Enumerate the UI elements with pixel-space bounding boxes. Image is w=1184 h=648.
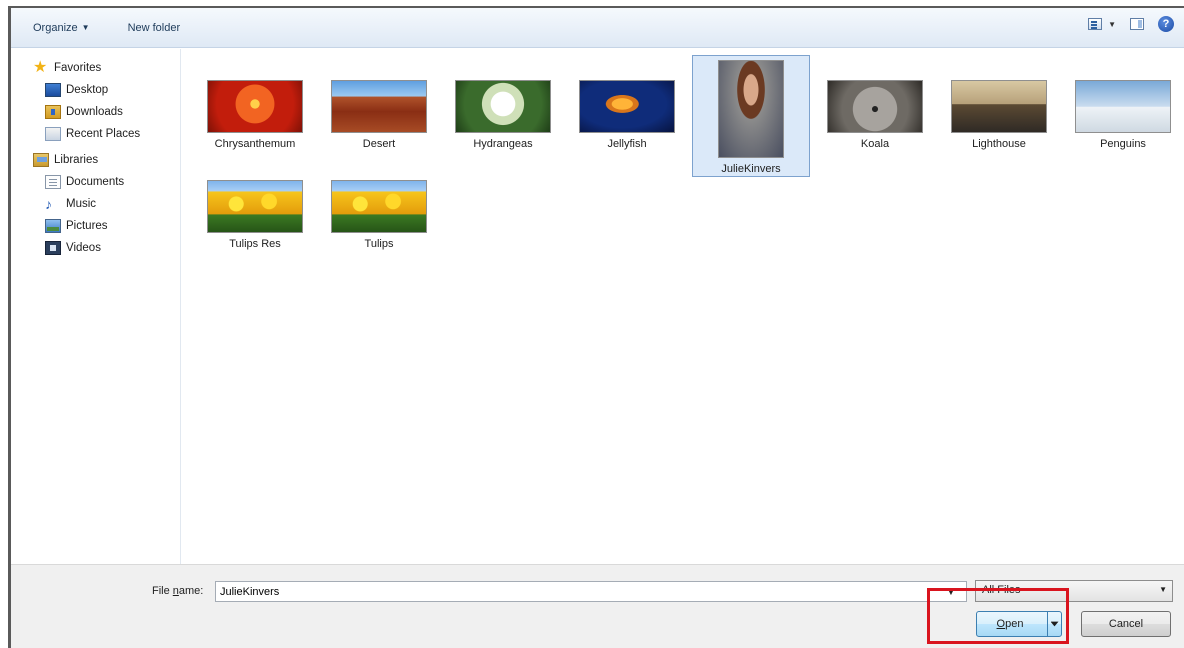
organize-label: Organize xyxy=(33,21,78,34)
thumbnail-image xyxy=(579,80,675,133)
file-label: Tulips xyxy=(364,238,394,250)
nav-music-label: Music xyxy=(66,198,97,210)
open-button[interactable]: Open xyxy=(976,611,1062,637)
star-icon: ★ xyxy=(33,59,48,76)
file-type-value: All Files xyxy=(982,584,1021,596)
open-button-label: Open xyxy=(996,618,1024,630)
organize-button[interactable]: Organize ▼ xyxy=(23,16,100,40)
file-list: Chrysanthemum Desert Hydrangeas Jellyfis… xyxy=(182,49,1184,564)
toolbar: Organize ▼ New folder ▼ ? xyxy=(11,8,1184,48)
thumbnail-image xyxy=(207,180,303,233)
toolbar-right-tools: ▼ ? xyxy=(1088,16,1174,32)
thumbnail-image xyxy=(827,80,923,133)
nav-videos-label: Videos xyxy=(66,242,101,254)
file-tile-tulips-res[interactable]: Tulips Res xyxy=(196,155,314,251)
preview-pane-icon[interactable] xyxy=(1130,18,1144,30)
thumbnail-image xyxy=(331,80,427,133)
file-tile-juliekinvers[interactable]: JulieKinvers xyxy=(692,55,810,177)
navigation-pane: ★ Favorites Desktop Downloads Recent Pla… xyxy=(11,49,181,564)
nav-desktop-label: Desktop xyxy=(66,84,109,96)
nav-favorites[interactable]: ★ Favorites xyxy=(11,57,180,79)
file-label: JulieKinvers xyxy=(721,163,781,175)
file-label: Lighthouse xyxy=(972,138,1026,150)
nav-desktop[interactable]: Desktop xyxy=(11,79,180,101)
file-name-label: File name: xyxy=(152,585,204,597)
chevron-down-icon: ▼ xyxy=(81,23,90,32)
nav-pictures-label: Pictures xyxy=(66,220,108,232)
nav-music[interactable]: ♪ Music xyxy=(11,193,180,215)
nav-recent-places-label: Recent Places xyxy=(66,128,141,140)
file-tile-desert[interactable]: Desert xyxy=(320,55,438,151)
file-tile-chrysanthemum[interactable]: Chrysanthemum xyxy=(196,55,314,151)
file-label: Hydrangeas xyxy=(473,138,533,150)
file-tile-koala[interactable]: Koala xyxy=(816,55,934,151)
nav-libraries-label: Libraries xyxy=(54,154,99,166)
thumbnail-image xyxy=(331,180,427,233)
new-folder-button[interactable]: New folder xyxy=(118,16,191,40)
thumbnail-image xyxy=(455,80,551,133)
recent-places-icon xyxy=(45,127,61,141)
file-label: Tulips Res xyxy=(229,238,281,250)
nav-documents[interactable]: Documents xyxy=(11,171,180,193)
file-type-select[interactable]: All Files ▼ xyxy=(975,580,1173,602)
open-file-dialog: Organize ▼ New folder ▼ ? ★ Favorites De… xyxy=(8,6,1184,648)
file-tile-penguins[interactable]: Penguins xyxy=(1064,55,1182,151)
nav-pictures[interactable]: Pictures xyxy=(11,215,180,237)
new-folder-label: New folder xyxy=(127,21,181,34)
help-icon[interactable]: ? xyxy=(1158,16,1174,32)
thumbnail-image xyxy=(718,60,784,158)
file-name-chevron-down-icon[interactable]: ▼ xyxy=(947,588,955,597)
nav-downloads[interactable]: Downloads xyxy=(11,101,180,123)
view-options-chevron-down-icon[interactable]: ▼ xyxy=(1108,20,1116,29)
file-label: Koala xyxy=(860,138,890,150)
nav-favorites-label: Favorites xyxy=(54,62,102,74)
file-tile-hydrangeas[interactable]: Hydrangeas xyxy=(444,55,562,151)
change-view-icon[interactable] xyxy=(1088,18,1103,30)
music-icon: ♪ xyxy=(45,196,52,212)
open-options-chevron-down-icon[interactable] xyxy=(1047,612,1061,636)
file-tile-tulips[interactable]: Tulips xyxy=(320,155,438,251)
file-label: Jellyfish xyxy=(607,138,647,150)
dialog-footer: File name: ▼ All Files ▼ Open Cancel xyxy=(11,564,1184,648)
chevron-down-icon: ▼ xyxy=(1159,585,1167,594)
nav-documents-label: Documents xyxy=(66,176,125,188)
nav-recent-places[interactable]: Recent Places xyxy=(11,123,180,145)
libraries-icon xyxy=(33,153,49,167)
cancel-button[interactable]: Cancel xyxy=(1081,611,1171,637)
cancel-button-label: Cancel xyxy=(1108,618,1144,630)
file-label: Chrysanthemum xyxy=(214,138,296,150)
file-tile-lighthouse[interactable]: Lighthouse xyxy=(940,55,1058,151)
downloads-icon xyxy=(45,105,61,119)
nav-videos[interactable]: Videos xyxy=(11,237,180,259)
file-tile-jellyfish[interactable]: Jellyfish xyxy=(568,55,686,151)
thumbnail-image xyxy=(207,80,303,133)
documents-icon xyxy=(45,175,61,189)
videos-icon xyxy=(45,241,61,255)
nav-libraries[interactable]: Libraries xyxy=(11,149,180,171)
thumbnail-image xyxy=(1075,80,1171,133)
desktop-icon xyxy=(45,83,61,97)
file-name-input[interactable] xyxy=(215,581,967,602)
nav-downloads-label: Downloads xyxy=(66,106,123,118)
file-label: Desert xyxy=(362,138,396,150)
pictures-icon xyxy=(45,219,61,233)
thumbnail-image xyxy=(951,80,1047,133)
file-label: Penguins xyxy=(1100,138,1146,150)
